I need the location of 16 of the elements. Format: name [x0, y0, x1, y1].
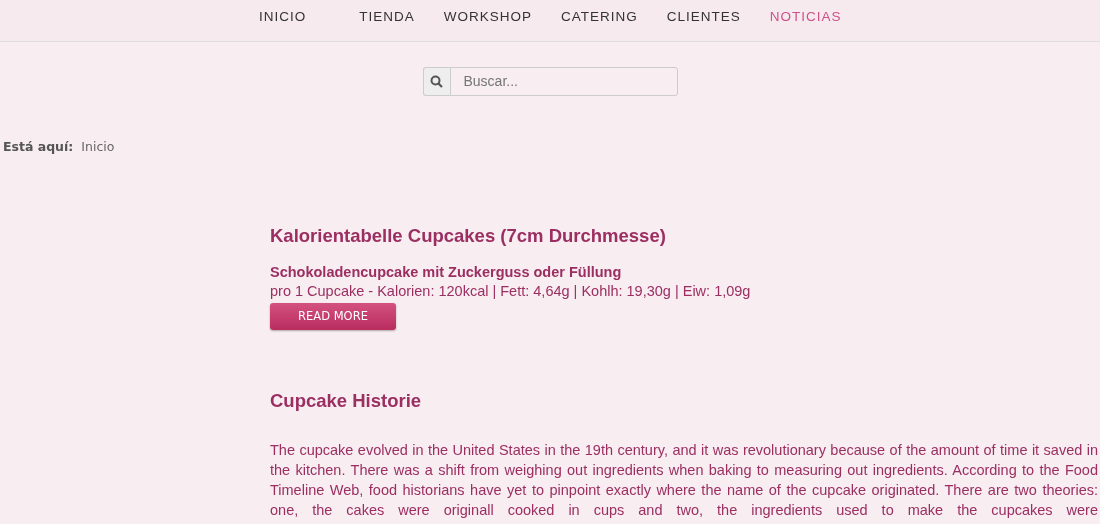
nav-link[interactable]: TIENDA [359, 0, 415, 28]
nav-link[interactable]: WORKSHOP [443, 0, 533, 28]
breadcrumb-item[interactable]: Inicio [81, 138, 115, 157]
article-title[interactable]: Cupcake Historie [270, 390, 1098, 413]
search-icon [422, 67, 450, 96]
nav-link[interactable]: CLIENTES [666, 0, 741, 28]
nav-link[interactable]: INICIO [259, 0, 307, 28]
nav-link[interactable]: NOTICIAS [769, 0, 842, 28]
article-title[interactable]: Kalorientabelle Cupcakes (7cm Durchmesse) [270, 224, 1098, 247]
breadcrumb-label: Está aquí: [3, 138, 74, 156]
nav-link[interactable]: CATERING [561, 0, 638, 28]
article-text: pro 1 Cupcake - Kalorien: 120kcal | Fett: 4,64g | Kohlh: 19,30g | Eiw: 1,09g [270, 282, 752, 302]
article-paragraph: The cupcake evolved in the United States in the 19th century, and it was revolutionary because of the amount of time it saved in the kitchen. There was a shift from weighing out ingredients when baking to measuring out ingredients. According to the Food Timeline Web, food historians have yet to pinpoint exactly where the name of the cupcake originated. There are two theories: one, the cakes were originall cooked in cups and two, the ingredients used to make the cupcakes were [270, 441, 1098, 521]
search-field[interactable]: Buscar... [449, 67, 678, 96]
read-more-button[interactable]: READ MORE [270, 303, 396, 331]
article-subtitle: Schokoladencupcake mit Zuckerguss oder Füllung [270, 263, 623, 282]
